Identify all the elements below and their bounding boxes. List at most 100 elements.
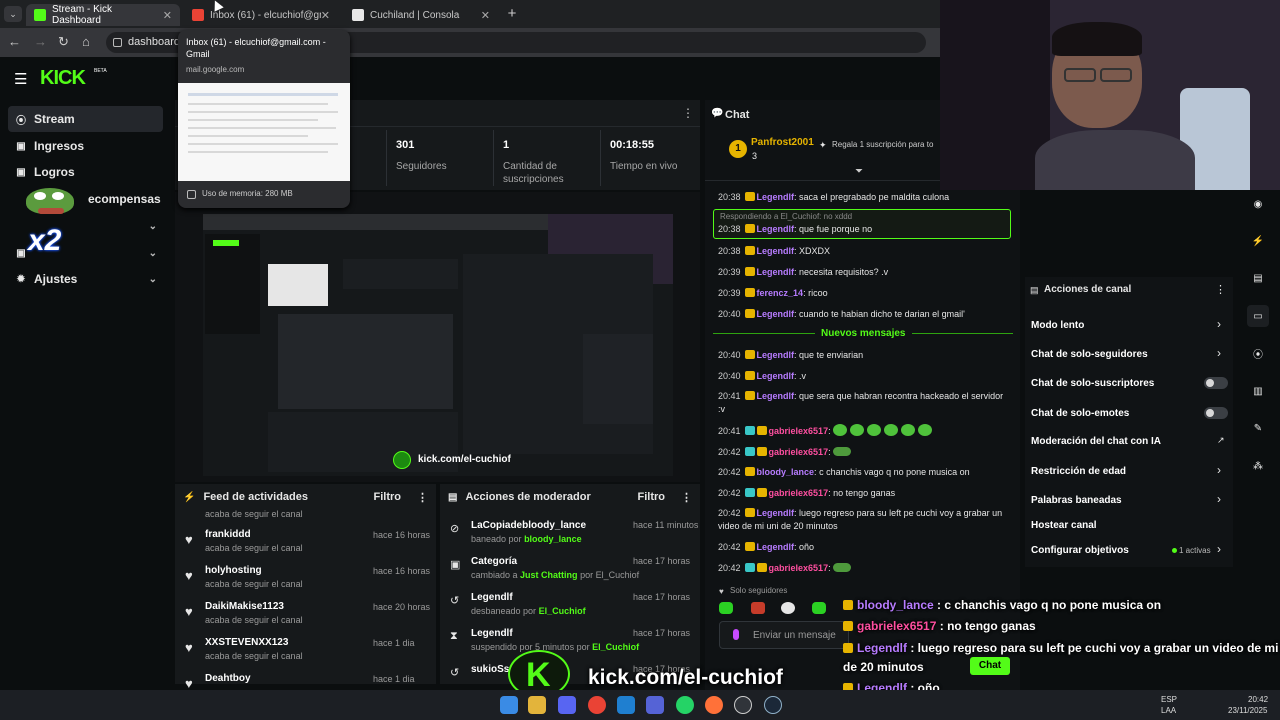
emote-icon[interactable] <box>812 602 826 614</box>
sidebar-item-ajustes[interactable]: ✹ Ajustes ⌄ <box>8 266 163 292</box>
tab-cuchiland[interactable]: Cuchiland | Consola ✕ <box>344 4 498 26</box>
chat-username[interactable]: ferencz_14 <box>757 288 804 298</box>
camera-icon[interactable]: ◉ <box>1247 193 1269 215</box>
channel-action-item[interactable]: Hostear canal <box>1031 520 1097 531</box>
feed-item-name[interactable]: DaikiMakise1123 <box>205 601 284 612</box>
chat-username[interactable]: Legendlf <box>757 371 795 381</box>
emote-icon[interactable] <box>719 602 733 614</box>
feed-item-name[interactable]: holyhosting <box>205 565 262 576</box>
feed-item-name[interactable]: frankiddd <box>205 529 251 540</box>
more-options-icon[interactable]: ⋮ <box>1215 283 1226 296</box>
more-options-icon[interactable]: ⋮ <box>682 106 694 120</box>
mic-icon[interactable] <box>733 629 739 640</box>
more-options-icon[interactable]: ⋮ <box>681 491 692 504</box>
toggle-switch[interactable] <box>1204 377 1228 389</box>
layers-icon[interactable]: ▥ <box>1247 380 1269 402</box>
chat-username[interactable]: Legendlf <box>757 267 795 277</box>
broadcast-icon[interactable]: ⦿ <box>1247 342 1269 364</box>
chat-username[interactable]: Legendlf <box>757 542 795 552</box>
mod-item-name[interactable]: LaCopiadebloody_lance <box>471 520 586 531</box>
tray-time[interactable]: 20:42 <box>1248 695 1268 704</box>
widgets-icon[interactable]: ⁂ <box>1247 455 1269 477</box>
lightning-icon[interactable]: ⚡ <box>1247 230 1269 252</box>
app-icon[interactable] <box>646 696 664 714</box>
channel-action-item[interactable]: Configurar objetivos <box>1031 545 1129 556</box>
mod-item-name[interactable]: Categoría <box>471 556 517 567</box>
channel-action-item[interactable]: Chat de solo-suscriptores <box>1031 378 1154 389</box>
wrench-icon[interactable]: ✎ <box>1247 417 1269 439</box>
feed-item-name[interactable]: XXSTEVENXX123 <box>205 637 288 648</box>
chevron-right-icon[interactable]: › <box>1217 317 1221 331</box>
site-info-icon[interactable] <box>113 38 122 47</box>
mod-item-actor[interactable]: El_Cuchiof <box>539 606 586 616</box>
close-icon[interactable]: ✕ <box>481 9 490 22</box>
reload-icon[interactable]: ↻ <box>58 34 69 50</box>
feed-item-name[interactable]: Deahtboy <box>205 673 251 684</box>
menu-icon[interactable]: ☰ <box>14 70 27 88</box>
channel-action-item[interactable]: Restricción de edad <box>1031 466 1126 477</box>
channel-action-item[interactable]: Chat de solo-seguidores <box>1031 349 1148 360</box>
chat-icon[interactable]: ▭ <box>1247 305 1269 327</box>
close-icon[interactable]: ✕ <box>163 9 172 22</box>
forward-arrow-icon[interactable]: → <box>34 34 47 49</box>
chevron-right-icon[interactable]: › <box>1217 463 1221 477</box>
chat-username[interactable]: Legendlf <box>757 224 795 234</box>
chrome-icon[interactable] <box>588 696 606 714</box>
tray-lang[interactable]: ESP <box>1161 695 1177 704</box>
sidebar-item-ingresos[interactable]: ▣ Ingresos <box>8 133 163 159</box>
channel-action-item[interactable]: Modo lento <box>1031 320 1084 331</box>
chevron-right-icon[interactable]: › <box>1217 492 1221 506</box>
channel-action-item[interactable]: Moderación del chat con IA <box>1031 436 1161 447</box>
mod-item-name[interactable]: Legendlf <box>471 592 513 603</box>
chat-username[interactable]: Legendlf <box>757 192 795 202</box>
tab-list-button[interactable]: ⌄ <box>4 6 22 22</box>
chat-input[interactable]: Enviar un mensaje <box>719 621 849 649</box>
tab-kick-dashboard[interactable]: Stream - Kick Dashboard ✕ <box>26 4 180 26</box>
pinned-user[interactable]: Panfrost2001 <box>751 137 814 148</box>
chat-username[interactable]: Legendlf <box>757 309 795 319</box>
document-icon[interactable]: ▤ <box>1247 267 1269 289</box>
chevron-right-icon[interactable]: › <box>1217 346 1221 360</box>
tab-gmail[interactable]: Inbox (61) - elcuchiof@gmail.co ✕ <box>184 4 338 26</box>
filter-button[interactable]: Filtro <box>374 491 402 503</box>
more-options-icon[interactable]: ⋮ <box>417 491 428 504</box>
chat-username[interactable]: gabrielex6517 <box>769 426 829 436</box>
close-icon[interactable]: ✕ <box>321 9 330 22</box>
overlay-chat-button[interactable]: Chat <box>970 657 1010 675</box>
stream-preview-video[interactable]: kick.com/el-cuchiof <box>203 214 673 476</box>
whatsapp-icon[interactable] <box>676 696 694 714</box>
chevron-right-icon[interactable]: › <box>1217 542 1221 556</box>
toggle-switch[interactable] <box>1204 407 1228 419</box>
emote-icon[interactable] <box>781 602 795 614</box>
chat-username[interactable]: gabrielex6517 <box>769 447 829 457</box>
external-link-icon[interactable]: ↗ <box>1217 435 1225 446</box>
chat-username[interactable]: Legendlf <box>757 246 795 256</box>
sidebar-item-logros[interactable]: ▣ Logros <box>8 159 163 185</box>
new-tab-button[interactable]: + <box>503 5 521 23</box>
chat-username[interactable]: bloody_lance <box>757 467 815 477</box>
chat-username[interactable]: Legendlf <box>757 391 795 401</box>
discord-icon[interactable] <box>558 696 576 714</box>
obs-icon[interactable] <box>734 696 752 714</box>
chat-username[interactable]: Legendlf <box>757 508 795 518</box>
vscode-icon[interactable] <box>617 696 635 714</box>
kick-logo[interactable]: KICK <box>40 67 86 90</box>
folder-icon[interactable] <box>528 696 546 714</box>
chat-username[interactable]: gabrielex6517 <box>769 563 829 573</box>
sidebar-item-stream[interactable]: ⦿ Stream <box>8 106 163 132</box>
back-arrow-icon[interactable]: ← <box>8 34 21 49</box>
mod-item-name[interactable]: sukioSs <box>471 664 509 675</box>
mod-item-actor[interactable]: El_Cuchiof <box>592 642 639 652</box>
emote-icon[interactable] <box>751 602 765 614</box>
mod-item-actor[interactable]: bloody_lance <box>524 534 582 544</box>
chat-username[interactable]: Legendlf <box>757 350 795 360</box>
chevron-down-icon[interactable]: ⏷ <box>855 166 863 177</box>
start-icon[interactable] <box>500 696 518 714</box>
mod-item-name[interactable]: Legendlf <box>471 628 513 639</box>
channel-action-item[interactable]: Palabras baneadas <box>1031 495 1122 506</box>
firefox-icon[interactable] <box>705 696 723 714</box>
chat-username[interactable]: gabrielex6517 <box>769 488 829 498</box>
home-icon[interactable]: ⌂ <box>82 34 90 49</box>
filter-button[interactable]: Filtro <box>638 491 666 503</box>
channel-action-item[interactable]: Chat de solo-emotes <box>1031 408 1129 419</box>
